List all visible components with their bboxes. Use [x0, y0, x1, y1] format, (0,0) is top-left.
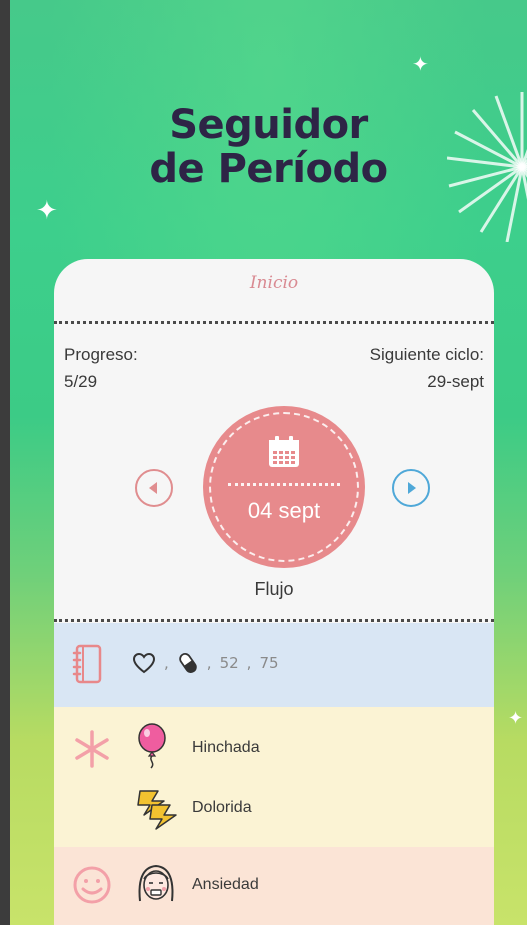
- current-date-circle[interactable]: 04 sept: [203, 406, 365, 568]
- anxious-face-icon: [138, 864, 174, 902]
- symptoms-row[interactable]: Hinchada Dolorida: [54, 707, 494, 847]
- mood-row[interactable]: Ansiedad: [54, 847, 494, 925]
- symptom-label: Hinchada: [192, 739, 260, 756]
- log-row[interactable]: , , 52 , 75: [54, 623, 494, 707]
- log-separator: ,: [164, 654, 169, 672]
- divider: [54, 321, 494, 324]
- sparkle-icon: ✦: [36, 196, 58, 226]
- tracker-card: Inicio Progreso: 5/29 Siguiente ciclo: 2…: [54, 259, 494, 925]
- calendar-icon: [269, 436, 299, 467]
- circle-divider: [228, 483, 340, 486]
- screen-edge: [0, 0, 10, 925]
- smiley-icon: [73, 866, 111, 904]
- page-title: Seguidor de Período: [10, 103, 527, 191]
- sparkle-icon: ✦: [412, 52, 429, 76]
- notebook-icon: [72, 644, 102, 684]
- progress-block: Progreso: 5/29: [64, 341, 138, 395]
- previous-day-button[interactable]: [135, 469, 173, 507]
- title-line-2: de Período: [149, 146, 388, 192]
- pill-icon: [179, 653, 197, 673]
- log-separator: ,: [246, 654, 252, 672]
- log-summary: , , 52 , 75: [132, 647, 279, 679]
- log-value: 75: [259, 654, 279, 672]
- chevron-right-icon: [408, 482, 416, 494]
- next-day-button[interactable]: [392, 469, 430, 507]
- sparkle-icon: ✦: [508, 708, 524, 729]
- progress-value: 5/29: [64, 372, 98, 391]
- title-line-1: Seguidor: [169, 102, 368, 148]
- mood-label: Ansiedad: [192, 876, 259, 893]
- heart-icon: [132, 652, 156, 674]
- balloon-icon: [138, 723, 166, 769]
- next-cycle-value: 29-sept: [427, 372, 484, 391]
- flow-label: Flujo: [254, 579, 294, 599]
- symptom-label: Dolorida: [192, 799, 252, 816]
- log-separator: ,: [206, 654, 212, 672]
- app-screen: ✦ ✦ ✦ Seguidor de Período Inicio Progres…: [10, 0, 527, 925]
- card-title: Inicio: [249, 273, 299, 293]
- progress-label: Progreso:: [64, 345, 138, 364]
- asterisk-icon: [75, 730, 109, 768]
- log-value: 52: [219, 654, 239, 672]
- current-date: 04 sept: [247, 498, 321, 523]
- chevron-left-icon: [149, 482, 157, 494]
- divider: [54, 619, 494, 622]
- lightning-icon: [137, 790, 177, 830]
- next-cycle-label: Siguiente ciclo:: [369, 345, 484, 364]
- next-cycle-block: Siguiente ciclo: 29-sept: [370, 341, 484, 395]
